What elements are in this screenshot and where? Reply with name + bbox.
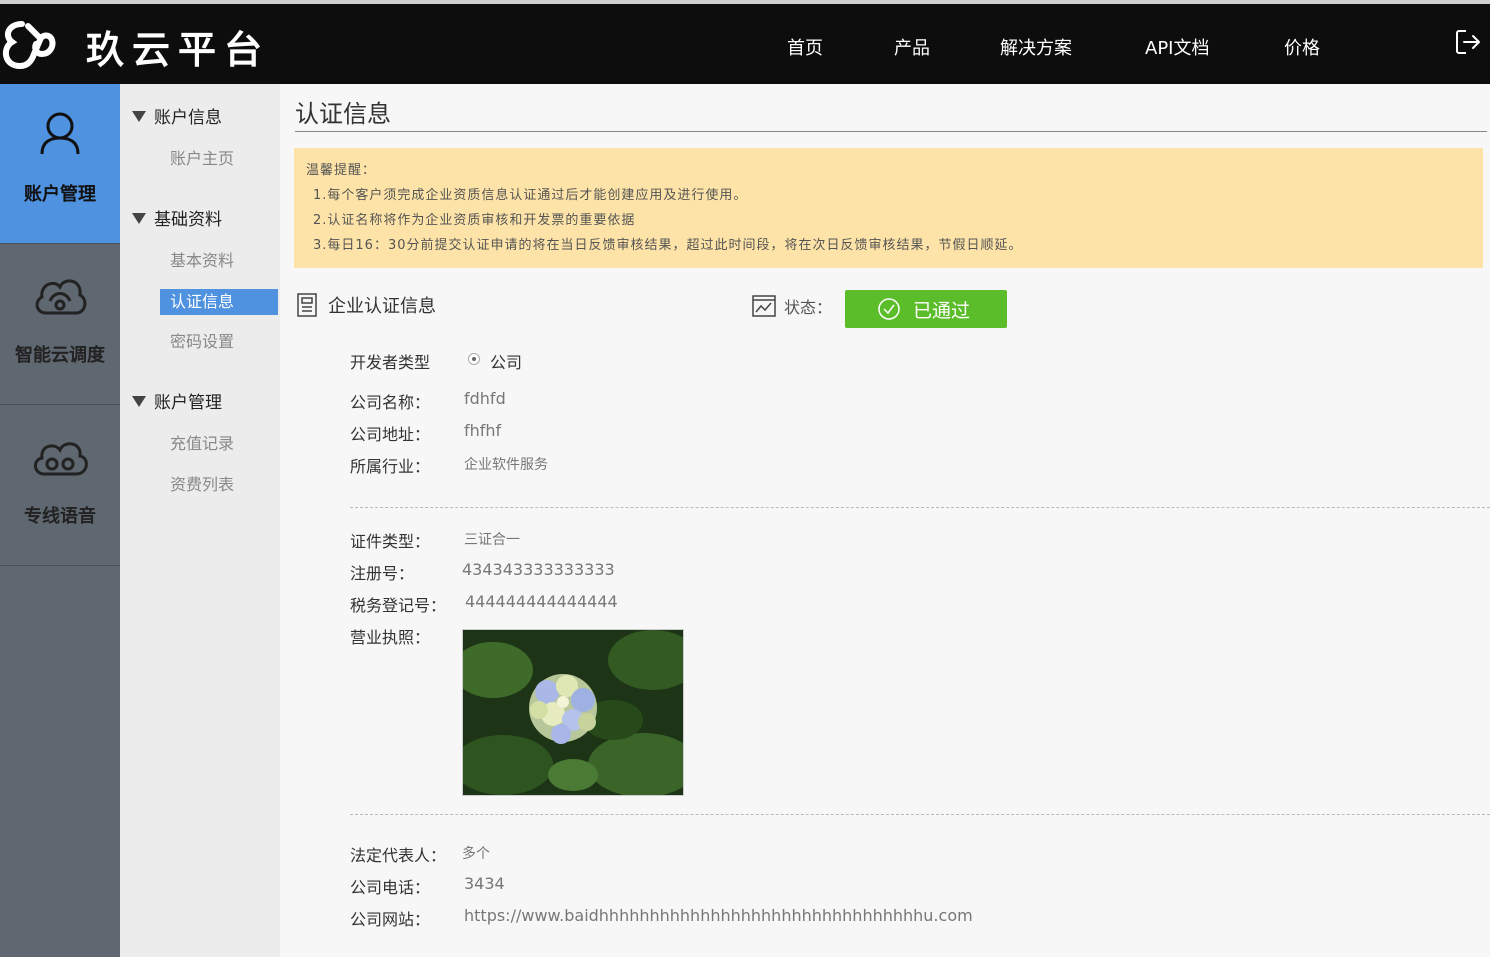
subnav-fee-list[interactable]: 资费列表 — [160, 472, 278, 498]
tax-no-value: 444444444444444 — [465, 592, 618, 611]
subnav-certification[interactable]: 认证信息 — [160, 289, 278, 315]
nav-api-docs[interactable]: API文档 — [1145, 34, 1209, 60]
section-divider — [350, 814, 1490, 815]
status-value: 已通过 — [913, 299, 971, 322]
group-account-manage[interactable]: 账户管理 — [132, 388, 222, 413]
status-label-wrap: 状态： — [752, 294, 832, 318]
notice-line: 2.认证名称将作为企业资质审核和开发票的重要依据 — [313, 213, 636, 228]
reg-no-label: 注册号： — [350, 564, 415, 583]
developer-type-label: 开发者类型 — [350, 353, 431, 372]
sidebar: 账户管理 智能云调度 专线语音 — [0, 84, 120, 957]
nav-home[interactable]: 首页 — [787, 34, 823, 60]
notice-line: 3.每日16：30分前提交认证申请的将在当日反馈审核结果，超过此时间段，将在次日… — [313, 238, 1023, 253]
subnav-password[interactable]: 密码设置 — [160, 329, 278, 355]
website-row: 公司网站： https://www.baidhhhhhhhhhhhhhhhhhh… — [350, 906, 973, 930]
phone-row: 公司电话： 3434 — [350, 874, 505, 898]
collapse-triangle-icon — [132, 213, 146, 224]
nav-solutions[interactable]: 解决方案 — [1000, 34, 1072, 60]
collapse-triangle-icon — [132, 111, 146, 122]
flower-photo — [463, 630, 683, 795]
company-name-label: 公司名称： — [350, 393, 431, 412]
license-label: 营业执照： — [350, 628, 431, 647]
sidebar-item-cloud-dispatch[interactable]: 智能云调度 — [0, 245, 120, 405]
cloud-link-icon — [35, 279, 87, 315]
title-divider — [295, 131, 1487, 132]
tax-no-row: 税务登记号： 444444444444444 — [350, 592, 618, 616]
section-divider — [350, 507, 1490, 508]
cert-type-value: 三证合一 — [464, 532, 520, 548]
main-content: 认证信息 温馨提醒： 1.每个客户须完成企业资质信息认证通过后才能创建应用及进行… — [280, 84, 1490, 957]
logo-icon — [2, 21, 56, 70]
subnav-basic-profile[interactable]: 基本资料 — [160, 248, 278, 274]
website-value[interactable]: https://www.baidhhhhhhhhhhhhhhhhhhhhhhhh… — [464, 906, 973, 925]
company-address-value: fhfhf — [464, 421, 502, 440]
phone-value: 3434 — [464, 874, 505, 893]
developer-type-row: 开发者类型 公司 — [350, 349, 522, 373]
developer-type-radio[interactable] — [468, 353, 480, 365]
license-row: 营业执照： — [350, 624, 430, 648]
industry-label: 所属行业： — [350, 457, 431, 476]
cert-type-row: 证件类型： 三证合一 — [350, 528, 520, 552]
sidebar-item-label: 智能云调度 — [15, 345, 105, 366]
industry-value: 企业软件服务 — [464, 457, 548, 473]
nav-products[interactable]: 产品 — [894, 34, 930, 60]
notice-head: 温馨提醒： — [306, 163, 377, 178]
legal-rep-row: 法定代表人： 多个 — [350, 842, 490, 866]
status-badge: 已通过 — [845, 290, 1007, 328]
sidebar-item-account[interactable]: 账户管理 — [0, 84, 120, 244]
section-header: 企业认证信息 — [296, 292, 436, 318]
logo[interactable]: 玖云平台 — [0, 18, 270, 74]
subnav-account-home[interactable]: 账户主页 — [160, 146, 278, 172]
website-label: 公司网站： — [350, 910, 431, 929]
top-bar: 玖云平台 首页 产品 解决方案 API文档 价格 — [0, 0, 1490, 84]
chart-icon — [752, 295, 776, 317]
tax-no-label: 税务登记号： — [350, 596, 447, 615]
business-license-image[interactable] — [462, 629, 684, 796]
sidebar-item-label: 专线语音 — [24, 506, 96, 527]
page-title: 认证信息 — [295, 100, 391, 128]
logo-text: 玖云平台 — [86, 27, 271, 72]
cloud-voice-icon — [34, 442, 88, 476]
company-address-row: 公司地址： fhfhf — [350, 421, 501, 445]
company-address-label: 公司地址： — [350, 425, 431, 444]
company-name-value: fdhfd — [464, 389, 506, 408]
company-name-row: 公司名称： fdhfd — [350, 389, 506, 413]
sidebar-item-voice[interactable]: 专线语音 — [0, 406, 120, 566]
legal-rep-label: 法定代表人： — [350, 846, 447, 865]
industry-row: 所属行业： 企业软件服务 — [350, 453, 548, 477]
developer-type-value: 公司 — [490, 353, 523, 372]
subnav-recharge-records[interactable]: 充值记录 — [160, 431, 278, 457]
collapse-triangle-icon — [132, 396, 146, 407]
legal-rep-value: 多个 — [462, 846, 490, 862]
reg-no-value: 434343333333333 — [462, 560, 615, 579]
group-basic-info[interactable]: 基础资料 — [132, 205, 222, 230]
notice-line: 1.每个客户须完成企业资质信息认证通过后才能创建应用及进行使用。 — [313, 188, 748, 203]
nav-pricing[interactable]: 价格 — [1284, 34, 1320, 60]
document-icon — [297, 293, 317, 317]
sub-nav: 账户信息 账户主页 基础资料 基本资料 认证信息 密码设置 账户管理 充值记录 … — [120, 84, 280, 957]
check-circle-icon — [878, 298, 900, 320]
sidebar-item-label: 账户管理 — [24, 184, 96, 205]
notice-box: 温馨提醒： 1.每个客户须完成企业资质信息认证通过后才能创建应用及进行使用。 2… — [294, 148, 1483, 268]
phone-label: 公司电话： — [350, 878, 431, 897]
user-icon — [40, 112, 80, 155]
section-title: 企业认证信息 — [328, 296, 436, 317]
logout-icon[interactable] — [1454, 28, 1482, 56]
reg-no-row: 注册号： 434343333333333 — [350, 560, 615, 584]
status-label: 状态： — [784, 298, 833, 317]
cert-type-label: 证件类型： — [350, 532, 431, 551]
group-account-info[interactable]: 账户信息 — [132, 103, 222, 128]
